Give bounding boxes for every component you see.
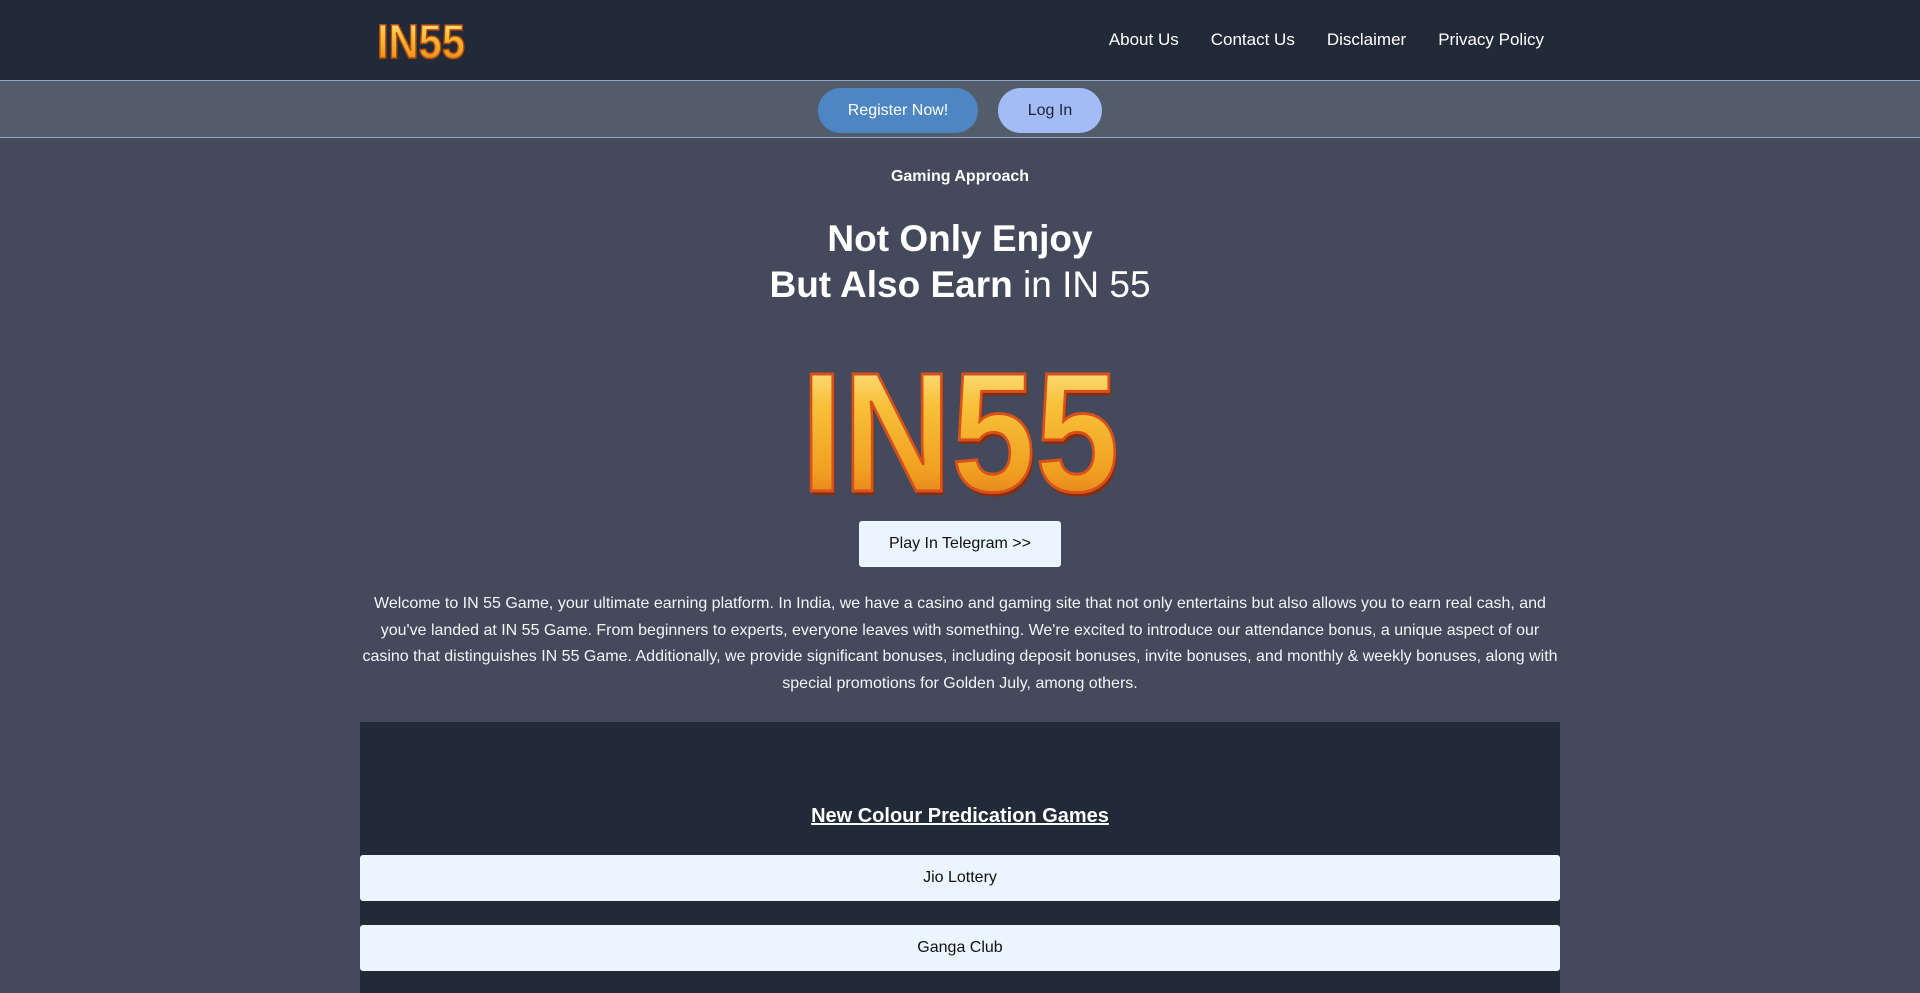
register-button[interactable]: Register Now! bbox=[818, 88, 978, 133]
main-nav: About Us Contact Us Disclaimer Privacy P… bbox=[1109, 0, 1544, 80]
intro-paragraph: Welcome to IN 55 Game, your ultimate ear… bbox=[362, 595, 1558, 692]
cta-strip: Register Now! Log In bbox=[0, 80, 1920, 138]
logo-text: IN55 bbox=[377, 17, 465, 63]
hero-headline: Not Only Enjoy But Also Earn in IN 55 bbox=[0, 216, 1920, 308]
games-title: New Colour Predication Games bbox=[811, 805, 1109, 827]
in55-logo[interactable]: IN55 bbox=[375, 17, 467, 63]
nav-disclaimer[interactable]: Disclaimer bbox=[1327, 30, 1406, 50]
nav-contact-us[interactable]: Contact Us bbox=[1211, 30, 1295, 50]
hero-logo-text: IN55 bbox=[801, 338, 1119, 502]
hero-kicker: Gaming Approach bbox=[890, 168, 1030, 185]
in55-hero-logo: IN55 IN55 bbox=[800, 338, 1122, 502]
nav-privacy-policy[interactable]: Privacy Policy bbox=[1438, 30, 1544, 50]
headline-line2-rest: in IN 55 bbox=[1012, 264, 1151, 305]
game-button-jio-lottery[interactable]: Jio Lottery bbox=[360, 855, 1560, 901]
game-button-ganga-club[interactable]: Ganga Club bbox=[360, 925, 1560, 971]
play-in-telegram-button[interactable]: Play In Telegram >> bbox=[859, 521, 1061, 567]
top-navbar: IN55 About Us Contact Us Disclaimer Priv… bbox=[0, 0, 1920, 80]
login-button[interactable]: Log In bbox=[998, 88, 1102, 133]
headline-line1: Not Only Enjoy bbox=[827, 218, 1093, 259]
nav-about-us[interactable]: About Us bbox=[1109, 30, 1179, 50]
games-panel: New Colour Predication Games Jio Lottery… bbox=[360, 722, 1560, 993]
headline-line2-bold: But Also Earn bbox=[769, 264, 1013, 305]
